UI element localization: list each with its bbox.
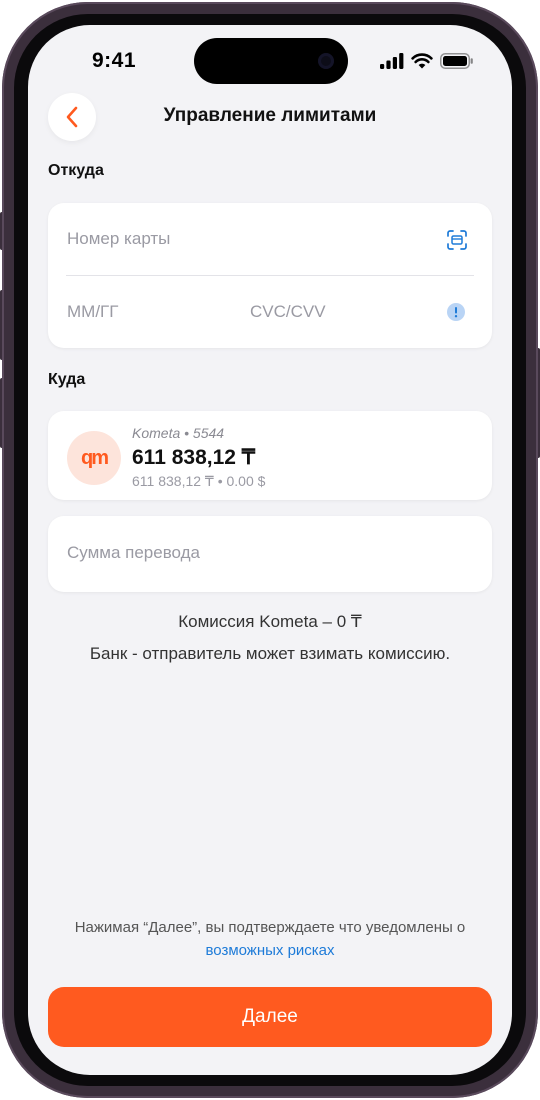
- info-icon[interactable]: [447, 303, 465, 321]
- card-form-divider: [66, 275, 474, 276]
- page-title: Управление лимитами: [163, 105, 377, 126]
- risks-link[interactable]: возможных рисках: [205, 942, 334, 959]
- source-card-form: Номер карты ММ/ГГ CVC/CVV: [48, 203, 492, 348]
- account-sub-balance: 611 838,12 ₸ • 0.00 $: [132, 473, 266, 489]
- next-button[interactable]: Далее: [48, 987, 492, 1047]
- disclaimer-text: Нажимая “Далее”, вы подтверждаете что ув…: [74, 919, 466, 936]
- destination-account-card[interactable]: qm Kometa • 5544 611 838,12 ₸ 611 838,12…: [48, 411, 492, 500]
- signal-icon: [380, 53, 404, 69]
- phone-frame: 9:41 Управление лимитами Откуда Номер ка…: [0, 0, 540, 1100]
- commission-text: Комиссия Kometa – 0 ₸: [178, 612, 362, 631]
- account-name: Kometa • 5544: [132, 425, 225, 441]
- amount-input[interactable]: Сумма перевода: [48, 516, 492, 592]
- to-section-label: Куда: [48, 371, 86, 388]
- status-icons: [380, 53, 474, 69]
- amount-placeholder: Сумма перевода: [67, 543, 201, 562]
- account-balance: 611 838,12 ₸: [132, 446, 256, 469]
- status-time: 9:41: [92, 49, 137, 72]
- dynamic-island: [194, 38, 348, 84]
- commission-note: Банк - отправитель может взимать комисси…: [89, 644, 451, 663]
- scan-card-icon[interactable]: [446, 229, 468, 251]
- card-number-input[interactable]: Номер карты: [67, 229, 170, 249]
- cvc-input[interactable]: CVC/CVV: [250, 302, 326, 322]
- disclaimer: Нажимая “Далее”, вы подтверждаете что ув…: [68, 916, 472, 962]
- from-section-label: Откуда: [48, 162, 104, 179]
- expiry-input[interactable]: ММ/ГГ: [67, 302, 118, 322]
- battery-icon: [440, 53, 473, 69]
- front-camera: [318, 53, 334, 69]
- wifi-icon: [411, 53, 433, 69]
- kometa-logo: qm: [67, 431, 121, 485]
- screen: 9:41 Управление лимитами Откуда Номер ка…: [28, 25, 512, 1075]
